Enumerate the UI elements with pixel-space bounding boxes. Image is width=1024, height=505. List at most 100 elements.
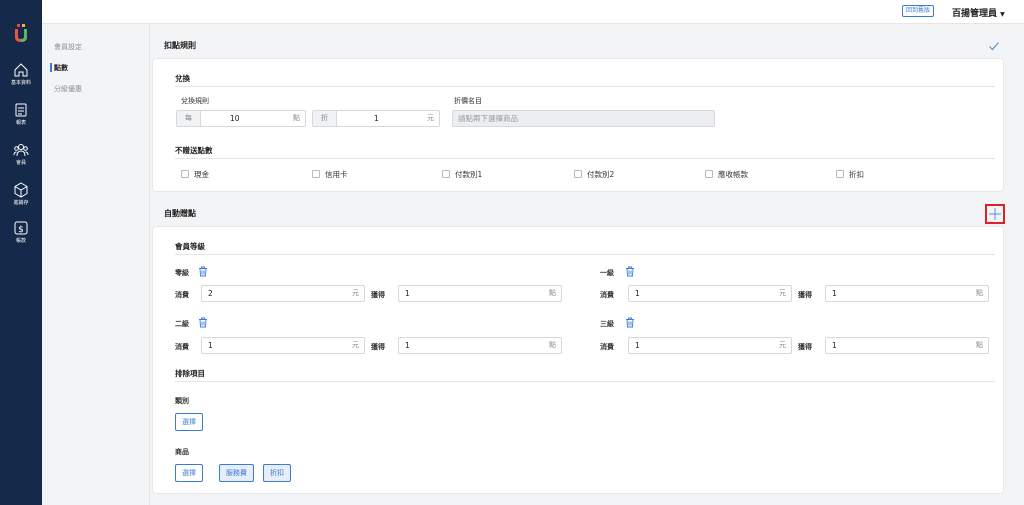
- divider: [175, 254, 995, 255]
- spend-label: 消費: [175, 291, 189, 299]
- spend-value: 1: [208, 341, 213, 350]
- discount-tag[interactable]: 折扣: [263, 464, 291, 482]
- trash-icon[interactable]: [198, 317, 208, 328]
- checkbox-label: 信用卡: [325, 170, 348, 179]
- rail-item-label: 基本資料: [10, 80, 31, 86]
- rail-item-members[interactable]: 會員: [0, 142, 42, 167]
- subnav-item-member-settings[interactable]: 會員設定: [54, 42, 82, 52]
- checkbox-label: 付款別2: [587, 170, 615, 179]
- checkbox-box[interactable]: [312, 170, 320, 178]
- spend-label: 消費: [175, 343, 189, 351]
- members-icon: [13, 144, 29, 157]
- checkbox-payment-type-2[interactable]: 付款別2: [574, 169, 614, 180]
- checkbox-payment-type-1[interactable]: 付款別1: [442, 169, 482, 180]
- select-category-button[interactable]: 選擇: [175, 413, 203, 431]
- checkbox-box[interactable]: [181, 170, 189, 178]
- rail-item-reports[interactable]: 報表: [0, 102, 42, 127]
- auto-points-card: [152, 226, 1004, 494]
- payment-icon: $: [14, 221, 28, 235]
- discount-name-placeholder: 請點兩下選擇商品: [458, 114, 518, 123]
- rail-item-label: 報表: [15, 120, 26, 126]
- select-product-button[interactable]: 選擇: [175, 464, 203, 482]
- sub-navigation: 會員設定 點數 分級優惠: [42, 0, 150, 505]
- checkbox-box[interactable]: [574, 170, 582, 178]
- svg-text:$: $: [18, 225, 24, 235]
- get-label: 獲得: [798, 343, 812, 351]
- trash-icon[interactable]: [625, 317, 635, 328]
- level-2-points-input[interactable]: 1點: [398, 337, 562, 354]
- level-1-spend-input[interactable]: 1元: [628, 285, 792, 302]
- app-logo: [0, 24, 42, 46]
- spend-value: 2: [208, 289, 213, 298]
- points-value: 1: [832, 341, 837, 350]
- points-amount-value: 10: [230, 114, 240, 123]
- add-rule-button[interactable]: [985, 204, 1005, 224]
- points-value: 1: [405, 341, 410, 350]
- discount-name-field[interactable]: 請點兩下選擇商品: [452, 110, 715, 127]
- subnav-item-points[interactable]: 點數: [50, 63, 68, 73]
- exclude-heading: 排除項目: [175, 369, 205, 378]
- inventory-icon: [14, 182, 28, 198]
- checkbox-credit-card[interactable]: 信用卡: [312, 169, 348, 180]
- level-3-spend-input[interactable]: 1元: [628, 337, 792, 354]
- currency-unit: 元: [352, 289, 359, 297]
- checkbox-discount[interactable]: 折扣: [836, 169, 864, 180]
- level-name: 一級: [600, 269, 614, 277]
- spend-value: 1: [635, 289, 640, 298]
- rail-item-payments[interactable]: $ 帳款: [0, 220, 42, 245]
- member-level-heading: 會員等級: [175, 242, 205, 251]
- divider: [175, 158, 995, 159]
- spend-value: 1: [635, 341, 640, 350]
- checkbox-label: 折扣: [849, 170, 864, 179]
- points-amount-input[interactable]: 每 10 點: [176, 110, 306, 127]
- exchange-rule-label: 兌換規則: [181, 97, 209, 105]
- level-0-spend-input[interactable]: 2元: [201, 285, 365, 302]
- discount-value: 1: [374, 114, 379, 123]
- level-0-points-input[interactable]: 1點: [398, 285, 562, 302]
- level-1-points-input[interactable]: 1點: [825, 285, 989, 302]
- user-menu[interactable]: 百揚管理員 ▼: [952, 6, 1005, 19]
- rail-item-inventory[interactable]: 進銷存: [0, 182, 42, 207]
- per-addon: 每: [177, 111, 201, 126]
- auto-points-title: 自動贈點: [164, 209, 196, 218]
- discount-name-label: 折價名目: [454, 97, 482, 105]
- divider: [175, 86, 995, 87]
- caret-down-icon: ▼: [1000, 11, 1005, 18]
- user-name: 百揚管理員: [952, 9, 998, 19]
- checkbox-cash[interactable]: 現金: [181, 169, 209, 180]
- get-label: 獲得: [371, 291, 385, 299]
- report-icon: [15, 103, 27, 117]
- rail-item-label: 會員: [15, 160, 26, 166]
- checkbox-box[interactable]: [705, 170, 713, 178]
- check-icon[interactable]: [988, 40, 1000, 52]
- discount-value-input[interactable]: 折 1 元: [312, 110, 440, 127]
- rail-item-label: 進銷存: [13, 200, 29, 206]
- checkbox-box[interactable]: [442, 170, 450, 178]
- divider: [175, 381, 995, 382]
- checkbox-box[interactable]: [836, 170, 844, 178]
- deduct-rules-title: 扣點規則: [164, 41, 196, 50]
- points-unit: 點: [549, 341, 556, 349]
- plus-icon: [989, 208, 1001, 220]
- logo-icon: [15, 24, 27, 42]
- spend-label: 消費: [600, 343, 614, 351]
- level-name: 二級: [175, 320, 189, 328]
- back-to-old-version-button[interactable]: 回到舊版: [902, 5, 935, 17]
- currency-unit: 元: [779, 289, 786, 297]
- subnav-item-tier-discount[interactable]: 分級優惠: [54, 84, 82, 94]
- points-unit: 點: [976, 341, 983, 349]
- rail-item-basic-data[interactable]: 基本資料: [0, 62, 42, 87]
- no-points-heading: 不贈送點數: [175, 146, 213, 155]
- level-3-points-input[interactable]: 1點: [825, 337, 989, 354]
- points-unit: 點: [549, 289, 556, 297]
- trash-icon[interactable]: [198, 266, 208, 277]
- currency-unit: 元: [352, 341, 359, 349]
- points-value: 1: [832, 289, 837, 298]
- product-label: 商品: [175, 448, 189, 456]
- service-fee-tag[interactable]: 服務費: [219, 464, 254, 482]
- checkbox-receivables[interactable]: 應收帳款: [705, 169, 748, 180]
- level-name: 三級: [600, 320, 614, 328]
- level-2-spend-input[interactable]: 1元: [201, 337, 365, 354]
- exchange-heading: 兌換: [175, 74, 190, 83]
- trash-icon[interactable]: [625, 266, 635, 277]
